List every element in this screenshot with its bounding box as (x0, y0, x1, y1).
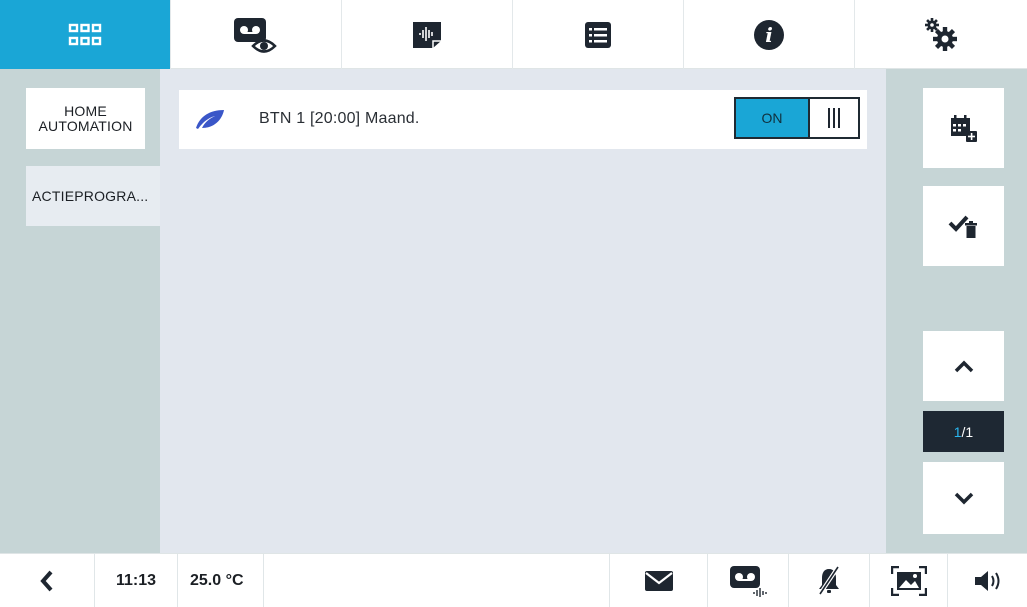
speaker-icon (974, 571, 999, 591)
bell-muted-icon (818, 566, 840, 596)
clock-time: 11:13 (95, 554, 178, 607)
voicemail-view-icon (234, 17, 277, 53)
scroll-down-button[interactable] (923, 462, 1004, 534)
messages-button[interactable] (610, 554, 708, 607)
info-icon: i (754, 19, 784, 50)
sidebar-item-label: ACTIEPROGRA... (32, 187, 149, 204)
status-spacer (264, 554, 610, 607)
page-current: 1 (953, 423, 962, 440)
tab-home-grid[interactable] (0, 0, 171, 69)
bottom-status-bar: 11:13 25.0 °C (0, 553, 1027, 607)
envelope-icon (644, 571, 673, 591)
delete-selected-button[interactable] (923, 186, 1004, 266)
chevron-up-icon (954, 360, 973, 373)
back-chevron-icon (40, 570, 53, 592)
tab-settings[interactable] (855, 0, 1027, 69)
tab-list[interactable] (513, 0, 684, 69)
on-off-toggle[interactable]: ON (734, 97, 860, 139)
temperature-readout: 25.0 °C (178, 554, 264, 607)
sidebar-item-home-automation[interactable]: HOME AUTOMATION (26, 88, 145, 149)
ringer-mute-button[interactable] (789, 554, 870, 607)
left-sidebar: HOME AUTOMATION ACTIEPROGRA... (0, 69, 160, 553)
volume-button[interactable] (948, 554, 1027, 607)
list-item[interactable]: BTN 1 [20:00] Maand. ON (179, 90, 867, 149)
voicemail-button[interactable] (708, 554, 789, 607)
list-icon (585, 21, 611, 48)
right-action-panel: 1/1 (886, 69, 1027, 553)
photo-frame-button[interactable] (870, 554, 948, 607)
sidebar-item-label: HOME AUTOMATION (38, 102, 133, 134)
tab-voicemail-view[interactable] (171, 0, 342, 69)
check-delete-icon (948, 215, 977, 238)
audio-note-icon (413, 21, 441, 48)
leaf-icon (196, 110, 224, 129)
back-button[interactable] (0, 554, 95, 607)
tab-info[interactable]: i (684, 0, 855, 69)
toggle-off-segment (808, 99, 858, 137)
row-label: BTN 1 [20:00] Maand. (259, 110, 420, 127)
toggle-on-label: ON (736, 99, 808, 137)
calendar-add-icon (950, 115, 977, 142)
sidebar-item-actieprogramma[interactable]: ACTIEPROGRA... (26, 166, 160, 226)
main-content: BTN 1 [20:00] Maand. ON (160, 69, 886, 553)
top-navigation-bar: i (0, 0, 1027, 69)
scroll-up-button[interactable] (923, 331, 1004, 401)
photo-frame-icon (890, 566, 927, 596)
page-total: /1 (961, 423, 974, 440)
settings-gears-icon (925, 17, 957, 51)
chevron-down-icon (954, 492, 973, 505)
page-indicator: 1/1 (923, 411, 1004, 452)
bars-icon (828, 108, 840, 128)
tab-audio-notes[interactable] (342, 0, 513, 69)
grid-icon (68, 23, 102, 45)
add-schedule-button[interactable] (923, 88, 1004, 168)
voicemail-audio-icon (730, 566, 767, 597)
svg-text:i: i (765, 23, 773, 47)
